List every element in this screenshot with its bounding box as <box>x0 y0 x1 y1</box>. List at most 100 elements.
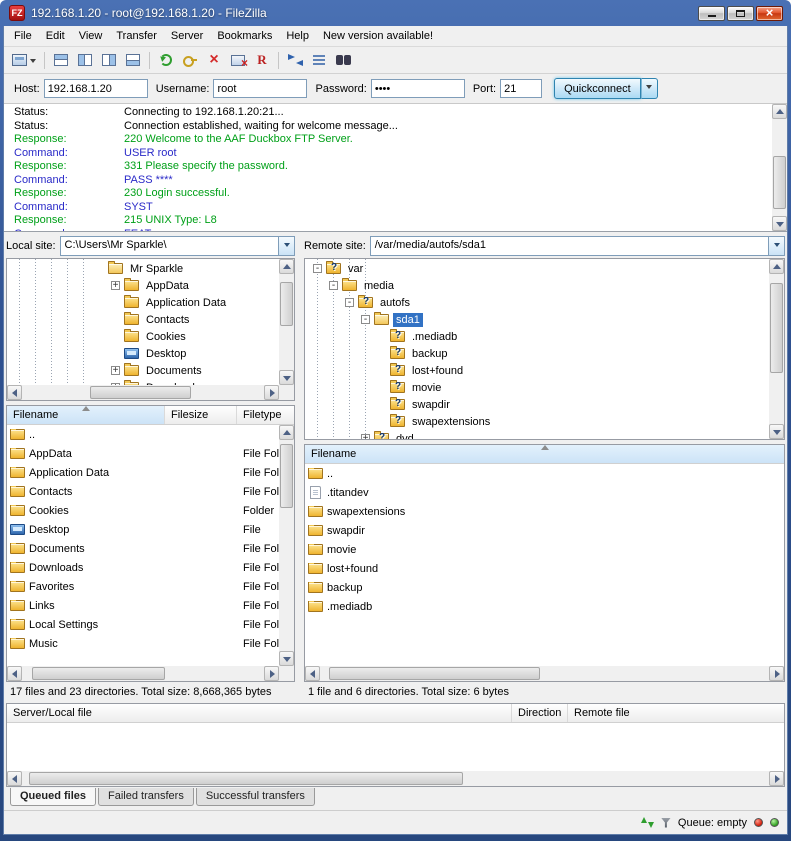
tree-item-label[interactable]: media <box>361 279 397 293</box>
tree-item[interactable]: + dvd <box>305 430 769 439</box>
file-row[interactable]: Downloads File Folder <box>7 558 279 577</box>
tab[interactable]: Queued files <box>10 788 96 806</box>
scroll-up-button[interactable] <box>279 425 294 440</box>
remote-tree-vscrollbar[interactable] <box>769 259 784 439</box>
file-row[interactable]: .mediadb <box>305 597 784 616</box>
tree-item-label[interactable]: movie <box>409 381 444 395</box>
scroll-up-button[interactable] <box>769 259 784 274</box>
scrollbar-thumb[interactable] <box>280 282 293 326</box>
scroll-left-button[interactable] <box>7 666 22 681</box>
process-queue-button[interactable] <box>178 49 202 71</box>
tree-expander[interactable]: - <box>361 315 370 324</box>
find-files-button[interactable] <box>331 49 355 71</box>
scrollbar-track[interactable] <box>279 274 294 370</box>
cancel-button[interactable] <box>202 49 226 71</box>
column-header-filetype[interactable]: Filetype <box>237 406 294 424</box>
file-row[interactable]: backup <box>305 578 784 597</box>
file-row[interactable]: .. <box>7 425 279 444</box>
site-manager-button[interactable] <box>8 49 40 71</box>
file-row[interactable]: swapextensions <box>305 502 784 521</box>
tree-item-label[interactable]: Mr Sparkle <box>127 262 186 276</box>
tree-item[interactable]: - autofs <box>305 294 769 311</box>
column-header-filename[interactable]: Filename <box>305 445 784 463</box>
toggle-remote-tree-button[interactable] <box>97 49 121 71</box>
local-list-hscrollbar[interactable] <box>7 666 279 681</box>
scrollbar-track[interactable] <box>772 119 787 216</box>
file-row[interactable]: Contacts File Folder <box>7 482 279 501</box>
tree-item-label[interactable]: Contacts <box>143 313 192 327</box>
remote-list-hscrollbar[interactable] <box>305 666 784 681</box>
scroll-down-button[interactable] <box>772 216 787 231</box>
tree-item-label[interactable]: sda1 <box>393 313 423 327</box>
local-site-combobox[interactable]: C:\Users\Mr Sparkle\ <box>60 236 295 256</box>
toggle-message-log-button[interactable] <box>49 49 73 71</box>
scroll-right-button[interactable] <box>264 385 279 400</box>
sync-browsing-button[interactable] <box>307 49 331 71</box>
remote-site-dropdown-button[interactable] <box>768 237 784 255</box>
tree-item-label[interactable]: autofs <box>377 296 413 310</box>
directory-comparison-button[interactable] <box>283 49 307 71</box>
menu-item[interactable]: Help <box>279 28 316 44</box>
scrollbar-thumb[interactable] <box>770 283 783 373</box>
scroll-up-button[interactable] <box>772 104 787 119</box>
scroll-right-button[interactable] <box>264 666 279 681</box>
tree-item[interactable]: movie <box>305 379 769 396</box>
local-list-vscrollbar[interactable] <box>279 425 294 666</box>
tree-item-label[interactable]: Cookies <box>143 330 189 344</box>
tree-item-label[interactable]: var <box>345 262 366 276</box>
file-row[interactable]: swapdir <box>305 521 784 540</box>
column-header-direction[interactable]: Direction <box>512 704 568 722</box>
file-row[interactable]: movie <box>305 540 784 559</box>
reconnect-button[interactable] <box>250 49 274 71</box>
scroll-right-button[interactable] <box>769 771 784 786</box>
tree-item[interactable]: swapextensions <box>305 413 769 430</box>
file-row[interactable]: Documents File Folder <box>7 539 279 558</box>
speed-limits-icon[interactable] <box>641 817 654 828</box>
tree-item-label[interactable]: Application Data <box>143 296 229 310</box>
close-button[interactable] <box>756 6 783 21</box>
tree-expander[interactable]: - <box>313 264 322 273</box>
menu-item[interactable]: Server <box>164 28 210 44</box>
menu-item[interactable]: New version available! <box>316 28 440 44</box>
tree-item-label[interactable]: swapextensions <box>409 415 493 429</box>
tree-expander[interactable]: - <box>329 281 338 290</box>
minimize-button[interactable] <box>698 6 725 21</box>
column-header-filesize[interactable]: Filesize <box>165 406 237 424</box>
tree-item[interactable]: Contacts <box>7 311 279 328</box>
menu-item[interactable]: File <box>7 28 39 44</box>
file-row[interactable]: .titandev <box>305 483 784 502</box>
log-scrollbar[interactable] <box>772 104 787 231</box>
tree-expander[interactable]: + <box>111 366 120 375</box>
file-row[interactable]: lost+found <box>305 559 784 578</box>
local-tree-vscrollbar[interactable] <box>279 259 294 385</box>
disconnect-button[interactable] <box>226 49 250 71</box>
scrollbar-thumb[interactable] <box>29 772 462 785</box>
titlebar[interactable]: FZ 192.168.1.20 - root@192.168.1.20 - Fi… <box>3 0 788 26</box>
tree-item[interactable]: - sda1 <box>305 311 769 328</box>
tree-item[interactable]: Application Data <box>7 294 279 311</box>
tree-item-label[interactable]: dvd <box>393 432 417 440</box>
filter-icon[interactable] <box>661 818 671 828</box>
file-row[interactable]: AppData File Folder <box>7 444 279 463</box>
tree-item[interactable]: - media <box>305 277 769 294</box>
tree-expander[interactable]: + <box>361 434 370 439</box>
scroll-down-button[interactable] <box>769 424 784 439</box>
file-row[interactable]: Links File Folder <box>7 596 279 615</box>
file-row[interactable]: .. <box>305 464 784 483</box>
file-row[interactable]: Desktop File <box>7 520 279 539</box>
tree-item[interactable]: Mr Sparkle <box>7 260 279 277</box>
tree-item-label[interactable]: AppData <box>143 279 192 293</box>
quickconnect-button[interactable]: Quickconnect <box>554 78 641 99</box>
tree-item[interactable]: + Documents <box>7 362 279 379</box>
column-header-filename[interactable]: Filename <box>7 406 165 424</box>
toggle-queue-button[interactable] <box>121 49 145 71</box>
column-header-server-local-file[interactable]: Server/Local file <box>7 704 512 722</box>
remote-site-path[interactable]: /var/media/autofs/sda1 <box>371 237 768 255</box>
tree-item-label[interactable]: swapdir <box>409 398 453 412</box>
file-row[interactable]: Favorites File Folder <box>7 577 279 596</box>
scrollbar-thumb[interactable] <box>32 667 165 680</box>
scrollbar-track[interactable] <box>22 385 264 400</box>
tree-item[interactable]: Cookies <box>7 328 279 345</box>
scrollbar-thumb[interactable] <box>90 386 192 399</box>
tree-item-label[interactable]: backup <box>409 347 450 361</box>
